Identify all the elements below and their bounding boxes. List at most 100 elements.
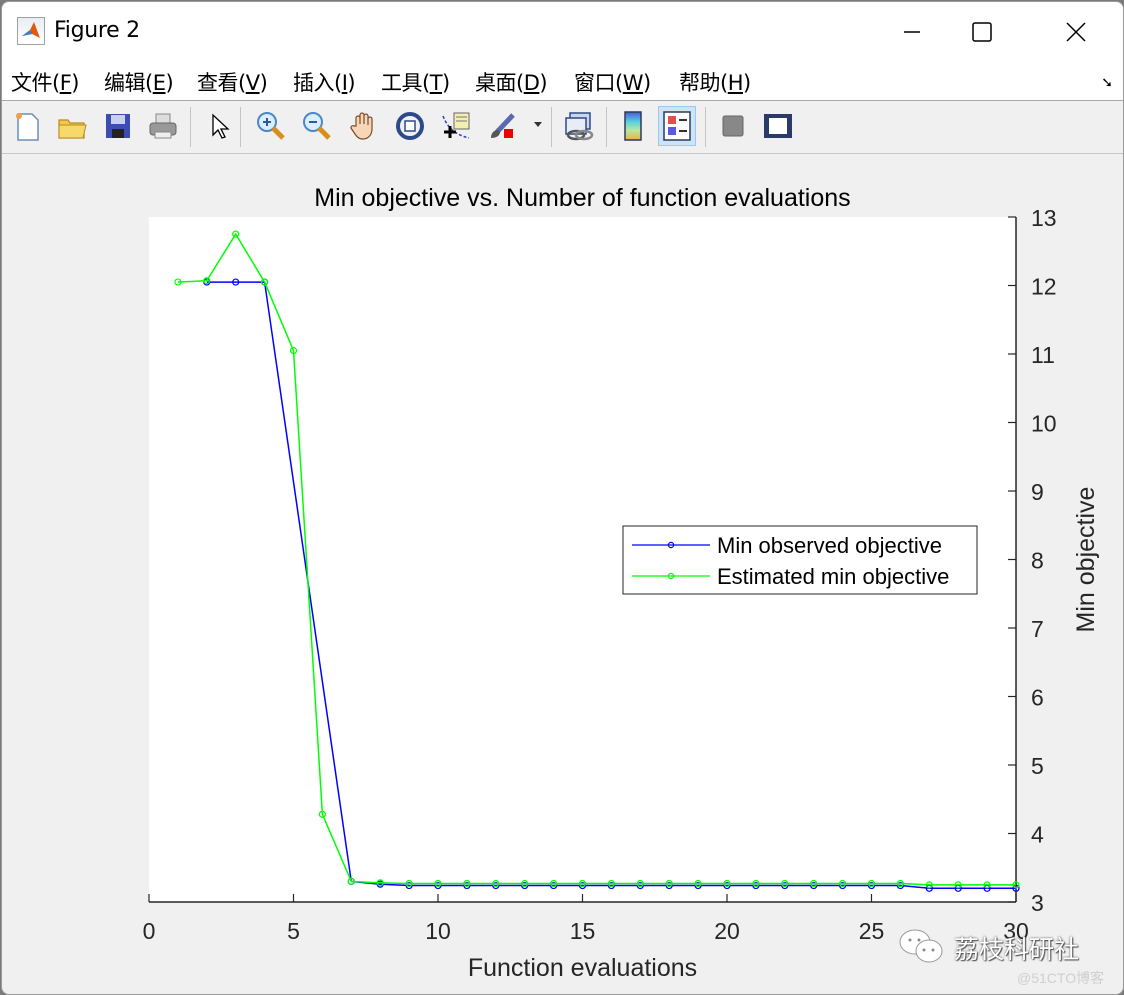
y-tick-label: 6 <box>1031 685 1044 711</box>
chart[interactable]: Min objective vs. Number of function eva… <box>2 154 1123 994</box>
menu-accelerator: E <box>152 71 166 95</box>
menu-label-tail: ) <box>347 71 356 95</box>
menu-label-tail: ) <box>642 71 651 95</box>
title-bar[interactable]: Figure 2 <box>2 2 1123 60</box>
y-tick-label: 10 <box>1031 411 1057 437</box>
hide-plot-tools-button[interactable] <box>714 106 752 146</box>
menu-tools[interactable]: 工具(T) <box>381 67 450 97</box>
menu-help[interactable]: 帮助(H) <box>679 67 751 97</box>
menu-bar: 文件(F) 编辑(E) 查看(V) 插入(I) 工具(T) 桌面(D) 窗口(W… <box>2 60 1123 101</box>
toolbar-separator <box>606 107 607 147</box>
legend-button[interactable] <box>658 106 696 146</box>
menu-label-tail: ) <box>743 71 751 95</box>
y-tick-label: 8 <box>1031 548 1044 574</box>
matlab-logo-icon <box>17 17 45 45</box>
menu-label: 帮助( <box>679 71 728 95</box>
window-title: Figure 2 <box>54 18 140 43</box>
legend[interactable]: Min observed objective Estimated min obje… <box>622 525 978 595</box>
dock-figure-icon[interactable]: ➘ <box>1101 74 1113 91</box>
data-cursor-icon <box>442 112 470 139</box>
save-icon <box>106 114 130 138</box>
new-figure-icon <box>16 113 39 141</box>
save-button[interactable] <box>99 106 137 146</box>
menu-desktop[interactable]: 桌面(D) <box>475 67 548 97</box>
x-tick-label: 0 <box>143 918 156 944</box>
figure-window: Figure 2 文件(F) 编辑(E) 查看(V) 插入(I) 工具(T) 桌… <box>1 1 1124 995</box>
menu-accelerator: F <box>59 71 72 95</box>
data-cursor-button[interactable] <box>437 106 475 146</box>
select-arrow-icon <box>212 113 230 139</box>
menu-accelerator: D <box>523 71 540 95</box>
zoom-in-icon <box>257 112 285 140</box>
brush-icon <box>491 113 515 138</box>
maximize-button[interactable] <box>952 10 1012 54</box>
open-file-icon <box>58 119 87 139</box>
menu-accelerator: H <box>727 71 744 95</box>
x-axis-label: Function evaluations <box>468 954 697 982</box>
colorbar-button[interactable] <box>614 106 652 146</box>
menu-label: 编辑( <box>104 71 153 95</box>
zoom-out-icon <box>303 112 331 140</box>
open-file-button[interactable] <box>53 106 91 146</box>
menu-accelerator: T <box>429 71 443 95</box>
y-tick-label: 5 <box>1031 753 1044 779</box>
zoom-in-button[interactable] <box>252 106 290 146</box>
menu-file[interactable]: 文件(F) <box>11 67 79 97</box>
figure-toolbar <box>2 101 1123 154</box>
x-tick-label: 20 <box>714 918 740 944</box>
toolbar-separator <box>705 107 706 147</box>
hide-plot-tools-icon <box>722 115 744 137</box>
menu-label: 窗口( <box>574 71 623 95</box>
colorbar-icon <box>624 111 642 141</box>
menu-accelerator: V <box>245 71 260 95</box>
menu-label: 工具( <box>381 71 430 95</box>
y-tick-label: 3 <box>1031 890 1044 916</box>
chart-title: Min objective vs. Number of function eva… <box>314 184 850 212</box>
menu-label-tail: ) <box>442 71 450 95</box>
rotate-3d-icon <box>396 112 424 140</box>
show-plot-tools-button[interactable] <box>759 106 797 146</box>
menu-label: 查看( <box>197 71 246 95</box>
legend-entry: Estimated min objective <box>717 564 949 589</box>
wechat-icon <box>897 927 947 972</box>
link-plot-button[interactable] <box>560 106 598 146</box>
menu-label: 插入( <box>293 71 342 95</box>
menu-label: 桌面( <box>475 71 524 95</box>
print-button[interactable] <box>144 106 182 146</box>
link-plot-icon <box>565 112 594 141</box>
toolbar-separator <box>190 107 191 147</box>
plot-area: Min objective vs. Number of function eva… <box>2 154 1123 994</box>
y-tick-label: 7 <box>1031 616 1044 642</box>
rotate-button[interactable] <box>391 106 429 146</box>
zoom-out-button[interactable] <box>298 106 336 146</box>
menu-label-tail: ) <box>165 71 174 95</box>
legend-entry: Min observed objective <box>717 533 942 558</box>
y-tick-label: 12 <box>1031 274 1057 300</box>
brush-button[interactable] <box>484 106 522 146</box>
menu-label-tail: ) <box>539 71 548 95</box>
brush-dropdown-icon[interactable] <box>534 122 542 127</box>
maximize-icon <box>972 22 992 42</box>
pan-hand-icon <box>350 112 373 140</box>
toolbar-separator <box>551 107 552 147</box>
menu-window[interactable]: 窗口(W) <box>574 67 651 97</box>
toolbar-separator <box>240 107 241 147</box>
minimize-button[interactable] <box>882 10 942 54</box>
y-tick-label: 4 <box>1031 822 1044 848</box>
y-axis-label: Min objective <box>1072 487 1100 633</box>
menu-insert[interactable]: 插入(I) <box>293 67 356 97</box>
show-plot-tools-icon <box>764 114 792 138</box>
menu-accelerator: W <box>622 71 644 95</box>
close-button[interactable] <box>1046 10 1106 54</box>
new-figure-button[interactable] <box>8 106 46 146</box>
print-icon <box>149 113 177 139</box>
x-tick-label: 5 <box>287 918 300 944</box>
select-button[interactable] <box>200 106 238 146</box>
pan-button[interactable] <box>345 106 383 146</box>
menu-view[interactable]: 查看(V) <box>197 67 268 97</box>
menu-label-tail: ) <box>259 71 268 95</box>
y-tick-label: 9 <box>1031 479 1044 505</box>
menu-edit[interactable]: 编辑(E) <box>104 67 174 97</box>
x-tick-label: 15 <box>570 918 596 944</box>
y-tick-label: 11 <box>1031 342 1055 368</box>
